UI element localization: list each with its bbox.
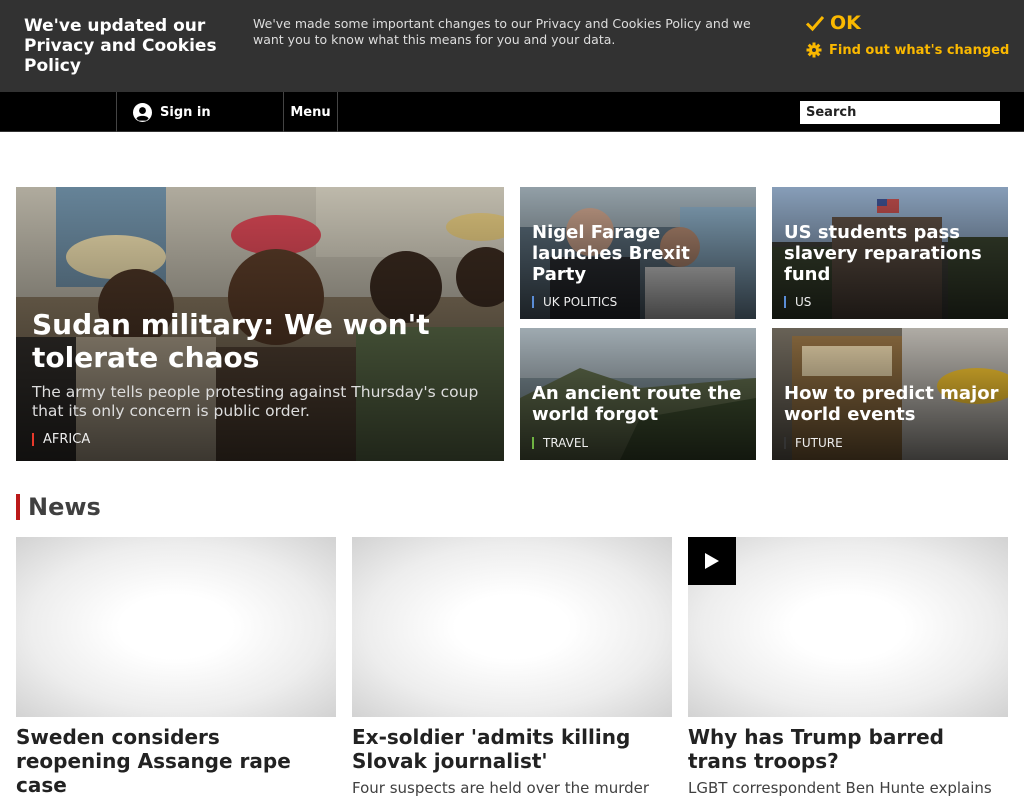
- cookie-banner: We've updated our Privacy and Cookies Po…: [0, 0, 1024, 92]
- top-story-tile[interactable]: How to predict major world events FUTURE: [772, 328, 1008, 460]
- sign-in-label: Sign in: [160, 104, 211, 120]
- menu-button[interactable]: Menu: [284, 92, 338, 132]
- hero-story[interactable]: Sudan military: We won't tolerate chaos …: [16, 187, 504, 461]
- news-card[interactable]: Why has Trump barred trans troops? LGBT …: [688, 537, 1008, 797]
- top-story-tile[interactable]: US students pass slavery reparations fun…: [772, 187, 1008, 319]
- hero-summary: The army tells people protesting against…: [32, 383, 479, 420]
- top-story-tile[interactable]: Nigel Farage launches Brexit Party UK PO…: [520, 187, 756, 319]
- news-card-image-placeholder[interactable]: [16, 537, 336, 717]
- news-card-title[interactable]: Ex-soldier 'admits killing Slovak journa…: [352, 725, 672, 773]
- logo-area[interactable]: [15, 92, 116, 132]
- hero-tag[interactable]: AFRICA: [32, 433, 90, 446]
- cookie-banner-text: We've made some important changes to our…: [253, 16, 751, 47]
- news-card-title[interactable]: Sweden considers reopening Assange rape …: [16, 725, 336, 797]
- story-tag[interactable]: FUTURE: [784, 437, 843, 449]
- cookie-banner-title: We've updated our Privacy and Cookies Po…: [24, 16, 217, 76]
- play-video-button[interactable]: [688, 537, 736, 585]
- top-navigation: Sign in Menu: [0, 92, 1024, 132]
- menu-label: Menu: [290, 104, 331, 120]
- news-card-image-placeholder[interactable]: [688, 537, 1008, 717]
- story-tag[interactable]: US: [784, 296, 811, 308]
- cookie-ok-label: OK: [830, 12, 861, 34]
- story-tag[interactable]: UK POLITICS: [532, 296, 617, 308]
- cookie-find-out-label: Find out what's changed: [829, 42, 1010, 58]
- checkmark-icon: [806, 16, 824, 32]
- play-icon: [705, 553, 719, 569]
- top-story-tile[interactable]: An ancient route the world forgot TRAVEL: [520, 328, 756, 460]
- gear-icon: [806, 42, 822, 58]
- news-card[interactable]: Ex-soldier 'admits killing Slovak journa…: [352, 537, 672, 797]
- search-input[interactable]: [800, 101, 1000, 124]
- cookie-find-out-link[interactable]: Find out what's changed: [806, 42, 1009, 58]
- news-card-summary: LGBT correspondent Ben Hunte explains: [688, 779, 992, 797]
- story-headline[interactable]: How to predict major world events: [784, 383, 999, 425]
- news-card-summary: Four suspects are held over the murder: [352, 779, 650, 797]
- news-card-image-placeholder[interactable]: [352, 537, 672, 717]
- cookie-ok-button[interactable]: OK: [806, 12, 861, 34]
- story-headline[interactable]: An ancient route the world forgot: [532, 383, 747, 425]
- sign-in-button[interactable]: Sign in: [116, 92, 284, 132]
- story-tag[interactable]: TRAVEL: [532, 437, 588, 449]
- user-icon: [133, 102, 152, 122]
- news-section-title[interactable]: News: [16, 494, 101, 520]
- news-card[interactable]: Sweden considers reopening Assange rape …: [16, 537, 336, 803]
- story-headline[interactable]: US students pass slavery reparations fun…: [784, 222, 999, 285]
- story-headline[interactable]: Nigel Farage launches Brexit Party: [532, 222, 747, 285]
- hero-headline[interactable]: Sudan military: We won't tolerate chaos: [32, 308, 472, 374]
- news-card-title[interactable]: Why has Trump barred trans troops?: [688, 725, 1008, 773]
